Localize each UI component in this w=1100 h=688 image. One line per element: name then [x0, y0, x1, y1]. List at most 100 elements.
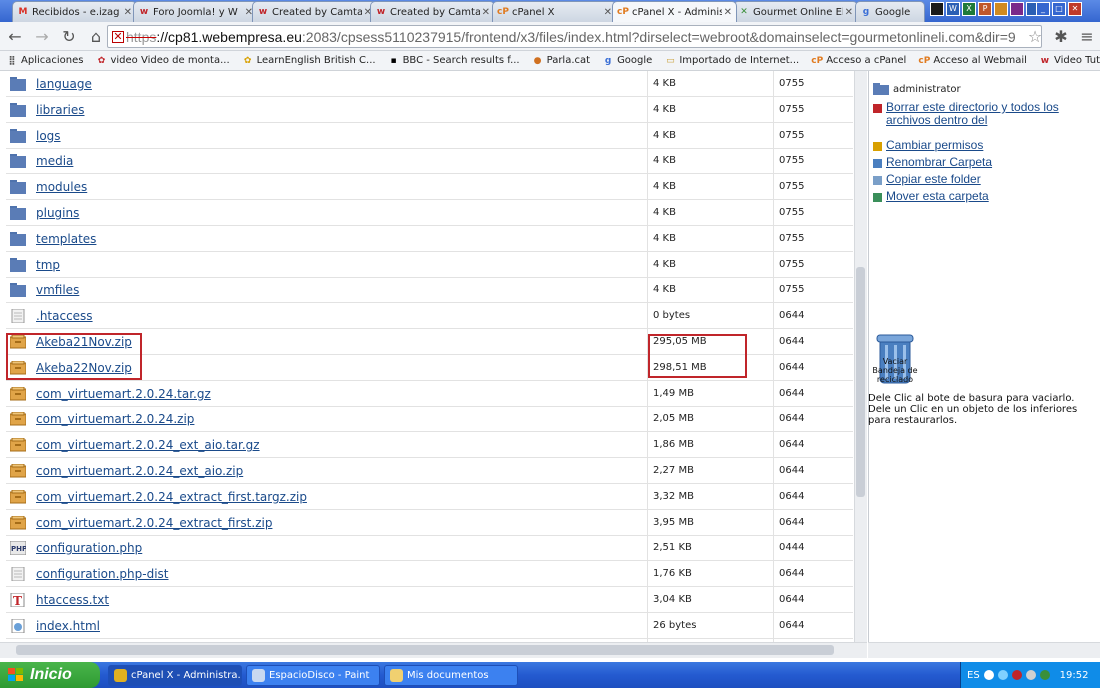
bookmark-item[interactable]: ✿ video Video de monta... — [95, 55, 230, 67]
file-row[interactable]: templates 4 KB 0755 — [6, 226, 853, 252]
tab-4[interactable]: w Created by Camta ✕ — [370, 1, 495, 22]
bookmark-item[interactable]: ✿ LearnEnglish British C... — [242, 55, 376, 67]
tab-2[interactable]: w Foro Joomla! y W ✕ — [133, 1, 258, 22]
panel-horizontal-scrollbar[interactable] — [868, 642, 1100, 658]
file-row[interactable]: tmp 4 KB 0755 — [6, 252, 853, 278]
tab-7[interactable]: ✕ Gourmet Online El ✕ — [733, 1, 858, 22]
taskbar-item[interactable]: Mis documentos — [384, 665, 518, 686]
file-name-link[interactable]: com_virtuemart.2.0.24_ext_aio.tar.gz — [36, 438, 260, 452]
file-row[interactable]: modules 4 KB 0755 — [6, 174, 853, 201]
file-name-link[interactable]: media — [36, 154, 73, 168]
file-row[interactable]: libraries 4 KB 0755 — [6, 97, 853, 123]
file-row[interactable]: index.html 26 bytes 0644 — [6, 613, 853, 639]
reload-icon[interactable]: ↻ — [57, 24, 81, 48]
file-name-link[interactable]: com_virtuemart.2.0.24.zip — [36, 412, 194, 426]
star-icon[interactable]: ☆ — [1023, 24, 1047, 48]
action-link[interactable]: Mover esta carpeta — [886, 190, 989, 203]
tab-3[interactable]: w Created by Camta ✕ — [252, 1, 377, 22]
minimize-icon[interactable]: _ — [1036, 2, 1050, 16]
tray-icon[interactable] — [983, 670, 994, 680]
bookmark-item[interactable]: g Google — [602, 55, 653, 67]
folder-action-2[interactable]: Cambiar permisos — [873, 139, 983, 152]
word-icon[interactable]: W — [946, 2, 960, 16]
close-tab-icon[interactable]: ✕ — [482, 7, 490, 18]
folder-action-3[interactable]: Renombrar Carpeta — [873, 156, 992, 169]
bookmark-item[interactable]: ● Parla.cat — [532, 55, 590, 67]
file-row[interactable]: PHP configuration.php 2,51 KB 0444 — [6, 535, 853, 562]
bookmark-item[interactable]: ⣿ Aplicaciones — [6, 55, 83, 67]
menu-icon[interactable]: ≡ — [1075, 24, 1099, 48]
file-name-link[interactable]: plugins — [36, 206, 79, 220]
file-row[interactable]: com_virtuemart.2.0.24_extract_first.targ… — [6, 484, 853, 510]
scrollbar-thumb[interactable] — [16, 645, 834, 655]
extension-icon[interactable]: ✱ — [1049, 24, 1073, 48]
back-icon[interactable]: ← — [3, 24, 27, 48]
file-name-link[interactable]: vmfiles — [36, 283, 79, 297]
close-tab-icon[interactable]: ✕ — [845, 7, 853, 18]
language-indicator[interactable]: ES — [967, 670, 980, 681]
bookmark-item[interactable]: cP Acceso al Webmail — [918, 55, 1027, 67]
file-row[interactable]: plugins 4 KB 0755 — [6, 200, 853, 226]
tab-5[interactable]: cP cPanel X ✕ — [492, 1, 617, 22]
network-icon[interactable] — [997, 670, 1008, 680]
file-row[interactable]: configuration.php-dist 1,76 KB 0644 — [6, 561, 853, 588]
file-name-link[interactable]: modules — [36, 180, 87, 194]
volume-icon[interactable] — [1025, 670, 1036, 680]
file-row[interactable]: com_virtuemart.2.0.24_extract_first.zip 3… — [6, 510, 853, 536]
forward-icon[interactable]: → — [30, 24, 54, 48]
bookmark-item[interactable]: ▭ Importado de Internet... — [664, 55, 799, 67]
file-row[interactable]: com_virtuemart.2.0.24_ext_aio.tar.gz 1,86… — [6, 432, 853, 459]
file-name-link[interactable]: com_virtuemart.2.0.24_extract_first.zip — [36, 516, 272, 530]
quick-launch-icons[interactable]: W X P — [930, 2, 1040, 18]
file-row[interactable]: vmfiles 4 KB 0755 — [6, 277, 853, 304]
action-link[interactable]: Cambiar permisos — [886, 139, 983, 152]
file-row[interactable]: com_virtuemart.2.0.24_ext_aio.zip 2,27 MB… — [6, 458, 853, 484]
file-name-link[interactable]: libraries — [36, 103, 84, 117]
close-tab-icon[interactable]: ✕ — [604, 7, 612, 18]
action-link[interactable]: Borrar este directorio y todos los archi… — [886, 101, 1093, 127]
action-link[interactable]: Copiar este folder — [886, 173, 981, 186]
close-tab-icon[interactable]: ✕ — [724, 7, 732, 18]
file-name-link[interactable]: com_virtuemart.2.0.24_extract_first.targ… — [36, 490, 307, 504]
tray-icon[interactable] — [1039, 670, 1050, 680]
file-name-link[interactable]: htaccess.txt — [36, 593, 109, 607]
file-name-link[interactable]: tmp — [36, 258, 60, 272]
close-icon[interactable]: ✕ — [1068, 2, 1082, 16]
scrollbar-thumb[interactable] — [856, 267, 865, 497]
folder-action-4[interactable]: Copiar este folder — [873, 173, 981, 186]
app-icon[interactable] — [994, 2, 1008, 16]
security-icon[interactable] — [1011, 670, 1022, 680]
file-name-link[interactable]: language — [36, 77, 92, 91]
maximize-icon[interactable]: □ — [1052, 2, 1066, 16]
file-name-link[interactable]: index.html — [36, 619, 100, 633]
close-tab-icon[interactable]: ✕ — [124, 7, 132, 18]
file-row[interactable]: Thtaccess.txt 3,04 KB 0644 — [6, 587, 853, 613]
bookmark-item[interactable]: cP Acceso a cPanel — [811, 55, 906, 67]
file-name-link[interactable]: configuration.php-dist — [36, 567, 169, 581]
home-icon[interactable]: ⌂ — [84, 24, 108, 48]
file-name-link[interactable]: templates — [36, 232, 96, 246]
address-bar[interactable]: ✕ https ://cp81.webempresa.eu :2083/cpse… — [107, 25, 1042, 48]
tab-1[interactable]: M Recibidos - e.izag ✕ — [12, 1, 137, 22]
file-row[interactable]: media 4 KB 0755 — [6, 148, 853, 175]
file-name-link[interactable]: configuration.php — [36, 541, 142, 555]
bookmark-item[interactable]: ▪ BBC - Search results f... — [388, 55, 520, 67]
app-icon[interactable] — [930, 2, 944, 16]
file-row[interactable]: com_virtuemart.2.0.24.zip 2,05 MB 0644 — [6, 406, 853, 433]
taskbar-item[interactable]: cPanel X - Administra... — [108, 665, 242, 686]
bookmark-item[interactable]: wVideo Tutoriales Pack ... — [1039, 55, 1100, 67]
powerpoint-icon[interactable]: P — [978, 2, 992, 16]
start-button[interactable]: Inicio — [0, 662, 100, 688]
file-name-link[interactable]: com_virtuemart.2.0.24_ext_aio.zip — [36, 464, 243, 478]
file-row[interactable]: com_virtuemart.2.0.24.tar.gz 1,49 MB 0644 — [6, 381, 853, 407]
file-row[interactable]: logs 4 KB 0755 — [6, 123, 853, 149]
file-name-link[interactable]: .htaccess — [36, 309, 93, 323]
file-row[interactable]: language 4 KB 0755 — [6, 71, 853, 97]
file-name-link[interactable]: logs — [36, 129, 61, 143]
folder-action-1[interactable]: Borrar este directorio y todos los archi… — [873, 101, 1093, 127]
clock[interactable]: 19:52 — [1060, 670, 1089, 681]
tab-8[interactable]: g Google — [855, 1, 925, 22]
tab-6[interactable]: cP cPanel X - Adminis ✕ — [612, 1, 737, 22]
action-link[interactable]: Renombrar Carpeta — [886, 156, 992, 169]
folder-action-5[interactable]: Mover esta carpeta — [873, 190, 989, 203]
